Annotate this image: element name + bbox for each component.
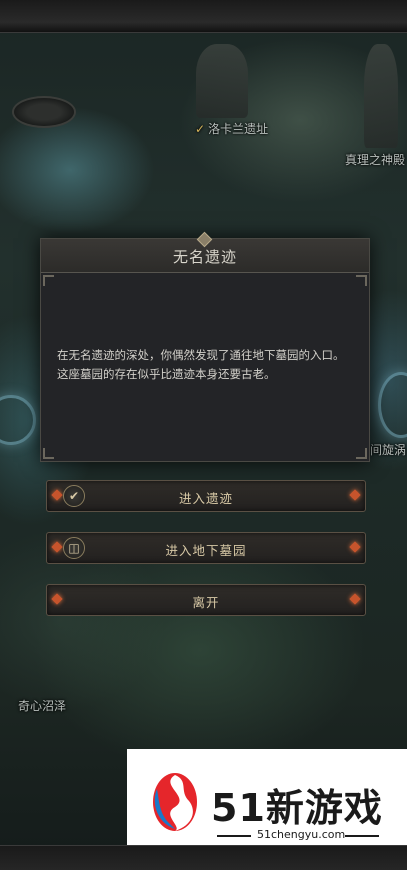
vortex-left: [0, 395, 36, 445]
choice-label: 离开: [192, 595, 220, 610]
map-location-lokalan[interactable]: ✓ 洛卡兰遗址: [195, 120, 268, 137]
check-icon: ✓: [195, 122, 206, 136]
site-logo-icon: [153, 773, 197, 831]
dialog-title: 无名遗迹: [172, 248, 237, 266]
enter-catacomb-button[interactable]: ◫ 进入地下墓园: [46, 532, 366, 564]
dialog-body-text: 在无名遗迹的深处，你偶然发现了通往地下墓园的入口。这座墓园的存在似乎比遗迹本身还…: [57, 348, 345, 381]
choice-label: 进入遗迹: [178, 491, 233, 506]
map-location-swamp[interactable]: 奇心沼泽: [18, 697, 66, 714]
divider: [217, 835, 251, 837]
event-dialog: 无名遗迹 在无名遗迹的深处，你偶然发现了通往地下墓园的入口。这座墓园的存在似乎比…: [40, 231, 370, 462]
top-frame: [0, 0, 407, 33]
leave-button[interactable]: 离开: [46, 584, 366, 616]
map-location-vortex[interactable]: 间旋涡: [370, 441, 406, 458]
map-location-temple[interactable]: 真理之神殿: [345, 151, 405, 168]
watermark-title: 51新游戏: [211, 786, 383, 830]
choice-label: 进入地下墓园: [165, 543, 247, 558]
dialog-header: 无名遗迹: [41, 231, 369, 273]
site-watermark: 51新游戏 51chengyu.com: [127, 749, 407, 845]
corner-ornament: [356, 275, 367, 286]
statue-landmark-left: [196, 44, 248, 118]
corner-ornament: [356, 448, 367, 459]
enter-ruins-button[interactable]: ✔ 进入遗迹: [46, 480, 366, 512]
vortex-right: [378, 372, 407, 438]
corner-ornament: [43, 275, 54, 286]
ruin-landmark: [12, 96, 76, 128]
divider: [345, 835, 379, 837]
corner-ornament: [43, 448, 54, 459]
statue-landmark-right: [364, 44, 398, 148]
watermark-url: 51chengyu.com: [257, 828, 346, 841]
bottom-frame: [0, 845, 407, 870]
